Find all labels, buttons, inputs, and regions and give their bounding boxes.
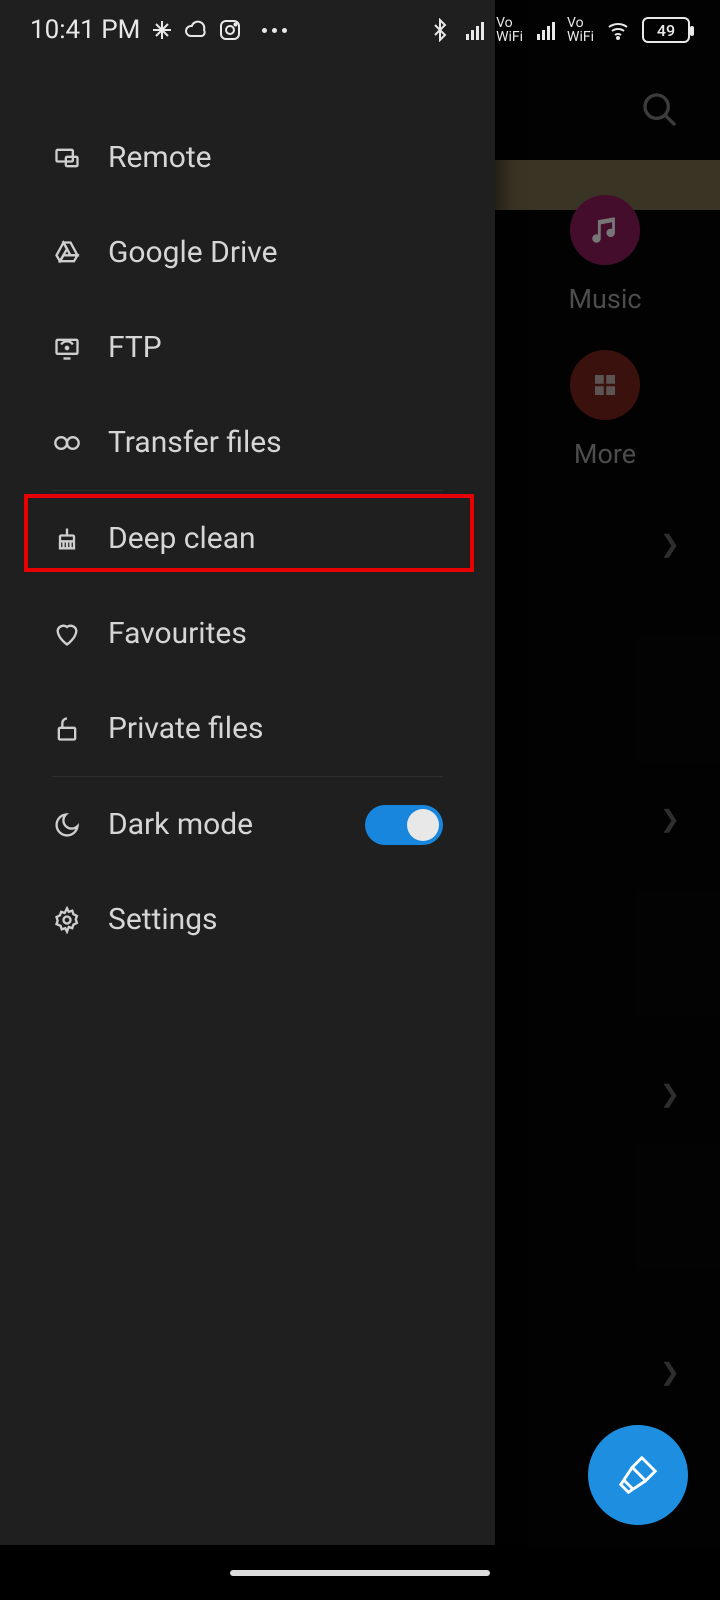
- drawer-item-label: Favourites: [108, 616, 443, 651]
- drawer-item-transfer[interactable]: Transfer files: [0, 395, 495, 490]
- drawer-item-label: Private files: [108, 711, 443, 746]
- drawer-item-label: Remote: [108, 140, 443, 175]
- battery-level: 49: [657, 21, 675, 40]
- chevron-right-icon[interactable]: ❯: [660, 805, 680, 833]
- gear-icon: [52, 905, 82, 935]
- drawer-item-private-files[interactable]: Private files: [0, 681, 495, 776]
- drawer-item-label: Google Drive: [108, 235, 443, 270]
- google-drive-icon: [52, 238, 82, 268]
- drawer-item-settings[interactable]: Settings: [0, 872, 495, 967]
- nav-drawer: Remote Google Drive FTP Transfer files: [0, 0, 495, 1545]
- drawer-item-deep-clean[interactable]: Deep clean: [0, 491, 495, 586]
- chevron-right-icon[interactable]: ❯: [660, 1358, 680, 1386]
- vowifi-icon: VoWiFi: [496, 16, 523, 44]
- statusbar-time: 10:41 PM: [30, 15, 140, 45]
- more-icon: [570, 350, 640, 420]
- instagram-icon: [218, 18, 242, 42]
- storage-strip: [495, 160, 720, 210]
- wifi-icon: [606, 18, 630, 42]
- drawer-item-google-drive[interactable]: Google Drive: [0, 205, 495, 300]
- chevron-right-icon[interactable]: ❯: [660, 530, 680, 558]
- remote-icon: [52, 143, 82, 173]
- ftp-icon: [52, 333, 82, 363]
- drawer-item-label: Settings: [108, 902, 443, 937]
- drawer-item-label: Dark mode: [108, 807, 339, 842]
- nav-pill: [230, 1570, 490, 1576]
- more-notifications-icon: [262, 28, 287, 33]
- cloud-icon: [184, 18, 208, 42]
- lock-icon: [52, 714, 82, 744]
- drawer-item-label: FTP: [108, 330, 443, 365]
- category-more-label: More: [535, 438, 675, 470]
- drawer-item-label: Deep clean: [108, 521, 443, 556]
- transfer-icon: [52, 428, 82, 458]
- battery-indicator: 49: [642, 17, 690, 43]
- category-more[interactable]: More: [535, 350, 675, 470]
- music-icon: [570, 195, 640, 265]
- gesture-nav-bar[interactable]: [0, 1545, 720, 1600]
- broom-icon: [52, 524, 82, 554]
- bluetooth-icon: [428, 18, 452, 42]
- vowifi-icon-2: VoWiFi: [567, 16, 594, 44]
- signal-icon-2: [535, 18, 559, 42]
- search-button[interactable]: [640, 90, 680, 130]
- drawer-item-ftp[interactable]: FTP: [0, 300, 495, 395]
- drawer-item-dark-mode[interactable]: Dark mode: [0, 777, 495, 872]
- heart-icon: [52, 619, 82, 649]
- dark-mode-toggle[interactable]: [365, 805, 443, 845]
- moon-icon: [52, 810, 82, 840]
- category-music[interactable]: Music: [535, 195, 675, 315]
- chevron-right-icon[interactable]: ❯: [660, 1080, 680, 1108]
- category-music-label: Music: [535, 283, 675, 315]
- slack-icon: [150, 18, 174, 42]
- drawer-item-favourites[interactable]: Favourites: [0, 586, 495, 681]
- broom-icon: [615, 1452, 661, 1498]
- clean-fab[interactable]: [588, 1425, 688, 1525]
- drawer-item-remote[interactable]: Remote: [0, 110, 495, 205]
- drawer-item-label: Transfer files: [108, 425, 443, 460]
- signal-icon: [464, 18, 488, 42]
- status-bar: 10:41 PM VoWiFi VoWiFi 49: [0, 0, 720, 60]
